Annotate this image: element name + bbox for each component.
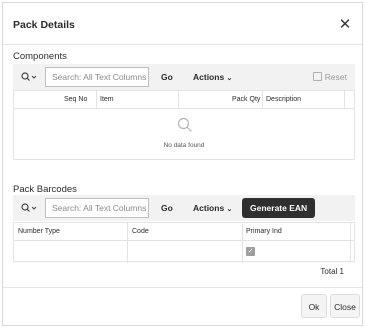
chevron-down-icon: ⌄ (226, 75, 233, 82)
column-header-code[interactable]: Code (132, 223, 232, 241)
column-divider (344, 91, 345, 109)
components-toolbar: Search: All Text Columns Go Actions ⌄ Re… (13, 64, 355, 90)
pack-details-dialog: Pack Details ✕ Components Search: All Te… (2, 2, 363, 326)
table-row[interactable]: ✓ (14, 241, 354, 262)
barcodes-search-input[interactable]: Search: All Text Columns (45, 198, 149, 218)
chevron-down-icon: ⌄ (226, 206, 233, 213)
components-reset-button[interactable]: Reset (312, 72, 347, 82)
close-icon[interactable]: ✕ (336, 16, 354, 34)
components-go-button[interactable]: Go (161, 72, 173, 82)
column-header-seq-no[interactable]: Seq No (64, 91, 94, 109)
column-header-pack-qty[interactable]: Pack Qty (232, 91, 262, 109)
primary-ind-checkbox[interactable]: ✓ (246, 247, 255, 256)
actions-label: Actions (193, 203, 225, 213)
barcodes-actions-menu[interactable]: Actions ⌄ (193, 203, 232, 213)
column-header-number-type[interactable]: Number Type (18, 223, 118, 241)
column-header-description[interactable]: Description (266, 91, 326, 109)
dialog-title: Pack Details (13, 19, 75, 31)
reset-label: Reset (324, 72, 347, 82)
barcodes-total-count: Total 1 (320, 267, 344, 276)
close-button[interactable]: Close (330, 294, 360, 318)
barcodes-grid-header: Number Type Code Primary Ind (14, 223, 354, 263)
column-header-primary-ind[interactable]: Primary Ind (246, 223, 326, 241)
components-grid-header: Seq No Item Pack Qty Description (14, 91, 354, 109)
components-section-title: Components (13, 51, 67, 62)
generate-ean-button[interactable]: Generate EAN (242, 198, 316, 218)
dialog-footer: Ok Close (3, 287, 362, 325)
components-search-input[interactable]: Search: All Text Columns (45, 67, 149, 87)
components-grid: Seq No Item Pack Qty Description No data… (13, 90, 355, 160)
search-dropdown-icon (21, 203, 37, 212)
column-divider (262, 91, 263, 109)
column-divider (96, 91, 97, 109)
barcodes-go-button[interactable]: Go (161, 203, 173, 213)
search-icon[interactable] (21, 203, 37, 215)
no-data-search-icon (177, 117, 193, 138)
actions-label: Actions (193, 72, 225, 82)
search-dropdown-icon (21, 72, 37, 81)
column-divider (178, 91, 179, 109)
no-data-message: No data found (163, 142, 205, 149)
column-header-item[interactable]: Item (100, 91, 180, 109)
barcodes-section-title: Pack Barcodes (13, 184, 77, 195)
components-actions-menu[interactable]: Actions ⌄ (193, 72, 232, 82)
ok-button[interactable]: Ok (301, 294, 327, 318)
search-icon[interactable] (21, 72, 37, 84)
barcodes-toolbar: Search: All Text Columns Go Actions ⌄ Ge… (13, 195, 355, 221)
reset-icon (312, 72, 322, 81)
barcodes-grid: Number Type Code Primary Ind ✓ (13, 222, 355, 263)
dialog-header: Pack Details ✕ (3, 3, 362, 45)
